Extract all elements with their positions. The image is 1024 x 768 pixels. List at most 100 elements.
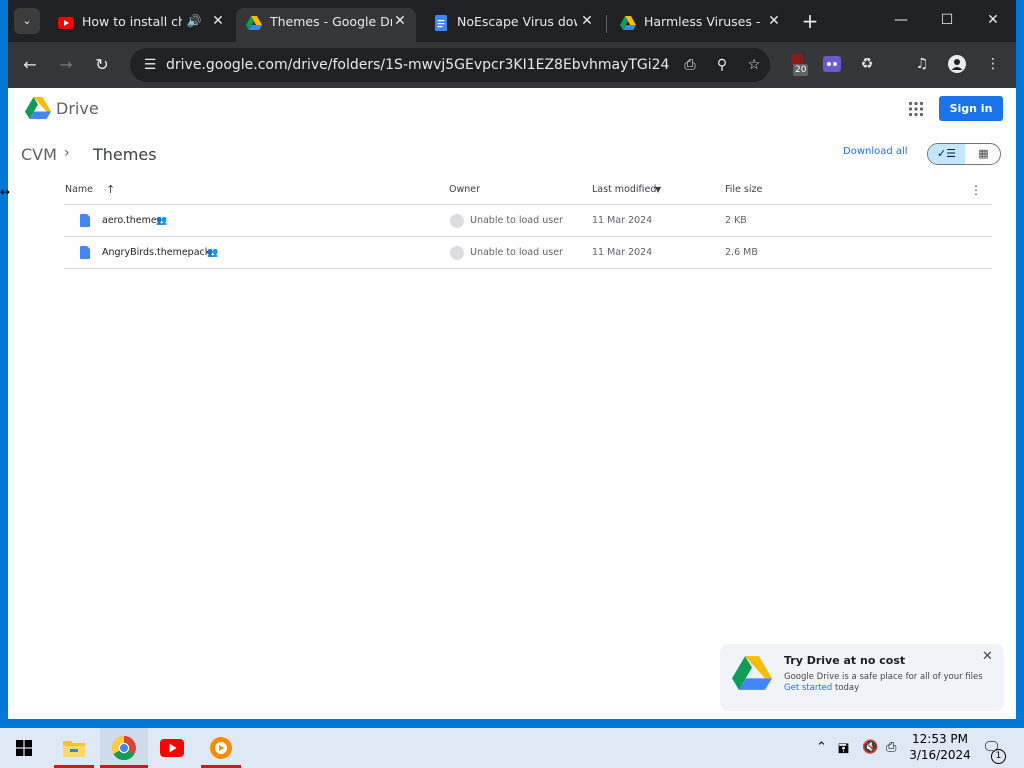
media-queue-icon: ♫ bbox=[915, 56, 929, 72]
input-indicator-icon[interactable]: ⎙ bbox=[886, 740, 896, 755]
notification-count-badge: 1 bbox=[991, 749, 1006, 764]
drive-page: Drive Sign in CVM › Themes Download all … bbox=[8, 88, 1016, 719]
taskbar-chrome[interactable] bbox=[100, 728, 148, 768]
back-button[interactable]: ← bbox=[17, 52, 43, 78]
bookmark-star-icon[interactable]: ☆ bbox=[744, 55, 764, 75]
tab-title: Harmless Viruses - Go bbox=[644, 14, 762, 29]
profile-icon bbox=[948, 55, 966, 73]
extension-icon bbox=[823, 56, 841, 72]
url-text[interactable]: drive.google.com/drive/folders/1S-mwvj5G… bbox=[166, 56, 669, 74]
breadcrumb-cvm[interactable]: CVM bbox=[21, 145, 57, 164]
more-vertical-icon: ⋮ bbox=[986, 56, 1000, 72]
file-name[interactable]: aero.theme bbox=[102, 215, 157, 227]
chevron-right-icon: › bbox=[64, 145, 70, 161]
file-modified: 11 Mar 2024 bbox=[592, 247, 653, 258]
file-row[interactable]: AngryBirds.themepack 👥 Unable to load us… bbox=[64, 237, 992, 269]
volume-muted-icon[interactable]: 🔇 bbox=[862, 740, 878, 755]
taskbar-youtube[interactable] bbox=[152, 728, 192, 768]
breadcrumb-themes[interactable]: Themes bbox=[93, 145, 157, 164]
checkmark-list-icon: ✓☰ bbox=[936, 147, 957, 160]
tab-divider bbox=[606, 15, 607, 33]
maximize-button[interactable]: ☐ bbox=[924, 6, 970, 34]
promo-cta-line: Get started today bbox=[784, 683, 859, 693]
tab-search-button[interactable]: ⌄ bbox=[14, 8, 40, 34]
google-drive-icon bbox=[620, 16, 636, 30]
sign-in-button[interactable]: Sign in bbox=[939, 96, 1003, 121]
view-toggle: ✓☰ ▦ bbox=[927, 143, 1001, 165]
clock-date: 3/16/2024 bbox=[909, 748, 971, 762]
forward-button[interactable]: → bbox=[53, 52, 79, 78]
sort-arrow-up-icon[interactable]: ↑ bbox=[106, 184, 115, 196]
grid-view-button[interactable]: ▦ bbox=[965, 144, 1000, 164]
tab-youtube[interactable]: How to install chr 🔊 ✕ bbox=[48, 8, 238, 42]
get-started-link[interactable]: Get started bbox=[784, 683, 832, 693]
tab-title: NoEscape Virus down bbox=[457, 14, 577, 29]
tab-harmless-viruses[interactable]: Harmless Viruses - Go ✕ bbox=[610, 8, 790, 42]
taskbar-media-player[interactable] bbox=[201, 728, 241, 768]
taskbar-file-explorer[interactable] bbox=[54, 728, 94, 768]
folder-icon bbox=[63, 741, 85, 757]
close-tab-icon[interactable]: ✕ bbox=[208, 11, 228, 31]
close-promo-icon[interactable]: ✕ bbox=[982, 649, 993, 664]
file-icon bbox=[80, 246, 90, 259]
browser-menu-button[interactable]: ⋮ bbox=[982, 53, 1004, 75]
tab-google-drive-themes[interactable]: Themes - Google Driv ✕ bbox=[236, 8, 416, 42]
speaker-icon[interactable]: 🔊 bbox=[184, 11, 204, 31]
file-row[interactable]: aero.theme 👥 Unable to load user 11 Mar … bbox=[64, 205, 992, 237]
column-header-owner: Owner bbox=[449, 184, 481, 195]
youtube-icon bbox=[160, 739, 184, 757]
file-icon bbox=[80, 214, 90, 227]
close-icon: ✕ bbox=[987, 12, 999, 28]
column-header-name[interactable]: Name bbox=[65, 184, 93, 196]
reload-button[interactable]: ↻ bbox=[89, 52, 115, 78]
apps-grid-icon[interactable] bbox=[908, 101, 924, 117]
new-tab-button[interactable]: + bbox=[798, 9, 822, 33]
close-tab-icon[interactable]: ✕ bbox=[390, 11, 410, 31]
minimize-icon: — bbox=[894, 12, 908, 28]
windows-logo-icon bbox=[16, 740, 32, 756]
show-hidden-icons-chevron-icon[interactable]: ⌃ bbox=[816, 740, 827, 755]
taskbar-clock[interactable]: 12:53 PM 3/16/2024 bbox=[908, 731, 972, 763]
media-player-icon bbox=[210, 737, 232, 759]
extension-button[interactable] bbox=[821, 53, 843, 75]
avatar bbox=[450, 246, 464, 260]
plus-icon: + bbox=[801, 9, 819, 33]
tab-title: Themes - Google Driv bbox=[270, 14, 392, 29]
chrome-icon bbox=[112, 736, 136, 760]
list-view-button[interactable]: ✓☰ bbox=[928, 144, 965, 164]
windows-taskbar: ⌃ 🖬 🔇 ⎙ 12:53 PM 3/16/2024 🗨 1 bbox=[0, 728, 1024, 768]
clock-time: 12:53 PM bbox=[912, 732, 968, 746]
browser-window: ⌄ How to install chr 🔊 ✕ Themes - Google… bbox=[8, 0, 1016, 719]
google-drive-icon bbox=[246, 16, 262, 30]
address-bar[interactable]: ☰ drive.google.com/drive/folders/1S-mwvj… bbox=[130, 48, 770, 82]
shared-people-icon: 👥 bbox=[207, 248, 219, 258]
extension-badge-button[interactable]: 20 bbox=[788, 53, 810, 76]
close-window-button[interactable]: ✕ bbox=[970, 6, 1016, 34]
promo-title: Try Drive at no cost bbox=[784, 654, 906, 667]
start-button[interactable] bbox=[4, 728, 44, 768]
shared-people-icon: 👥 bbox=[156, 216, 168, 226]
install-app-icon[interactable]: ⎙ bbox=[680, 55, 700, 75]
tab-noescape[interactable]: NoEscape Virus down ✕ bbox=[423, 8, 603, 42]
profile-button[interactable] bbox=[946, 53, 968, 75]
sort-dropdown-icon[interactable]: ▼ bbox=[655, 184, 661, 196]
column-header-last-modified[interactable]: Last modified bbox=[592, 184, 656, 196]
puzzle-icon: ♻ bbox=[860, 56, 874, 72]
extensions-menu-button[interactable]: ♻ bbox=[856, 53, 878, 75]
media-control-button[interactable]: ♫ bbox=[911, 53, 933, 75]
promo-body: Google Drive is a safe place for all of … bbox=[784, 672, 983, 682]
file-name[interactable]: AngryBirds.themepack bbox=[102, 247, 210, 259]
try-drive-promo: Try Drive at no cost Google Drive is a s… bbox=[720, 644, 1004, 711]
site-info-icon[interactable]: ☰ bbox=[140, 55, 160, 75]
minimize-button[interactable]: — bbox=[878, 6, 924, 34]
network-icon[interactable]: 🖬 bbox=[838, 740, 849, 762]
browser-toolbar: ← → ↻ ☰ drive.google.com/drive/folders/1… bbox=[8, 42, 1016, 88]
extension-count-badge: 20 bbox=[793, 64, 809, 76]
arrow-left-icon: ← bbox=[23, 55, 37, 74]
more-vertical-icon[interactable]: ⋮ bbox=[970, 184, 982, 196]
download-all-button[interactable]: Download all bbox=[843, 146, 908, 157]
google-docs-icon bbox=[435, 15, 447, 31]
close-tab-icon[interactable]: ✕ bbox=[764, 11, 784, 31]
zoom-search-icon[interactable]: ⚲ bbox=[712, 55, 732, 75]
close-tab-icon[interactable]: ✕ bbox=[577, 11, 597, 31]
